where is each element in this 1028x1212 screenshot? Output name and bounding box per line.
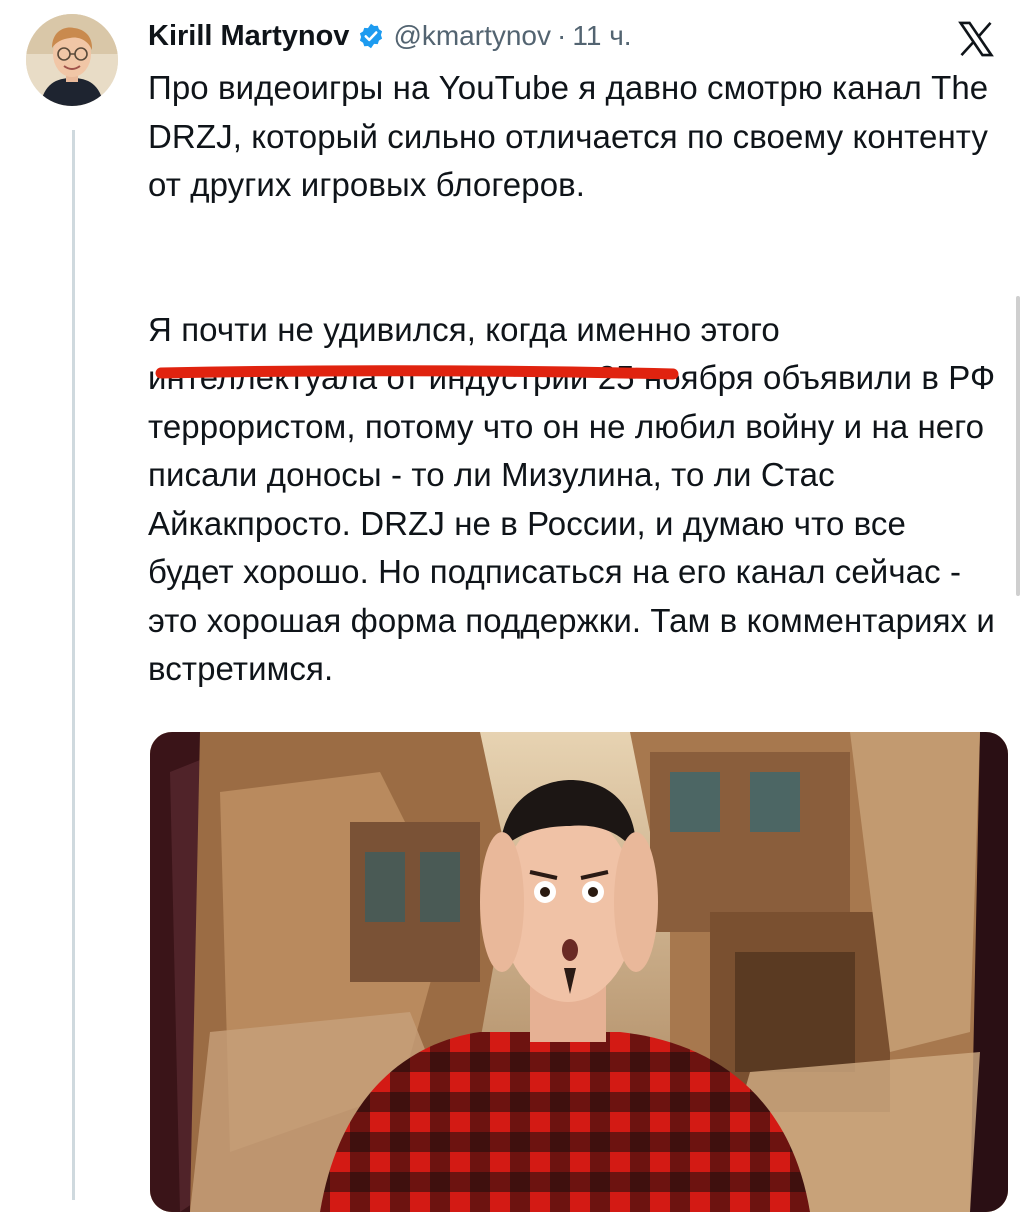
x-logo-icon[interactable]: [954, 18, 998, 60]
header-separator: ·: [557, 20, 567, 51]
author-handle[interactable]: @kmartynov: [393, 20, 551, 52]
tweet-media-image[interactable]: [150, 732, 1008, 1212]
tweet-paragraph-1: Про видеоигры на YouTube я давно смотрю …: [148, 69, 989, 203]
tweet-timestamp[interactable]: 11 ч.: [572, 20, 631, 52]
author-name[interactable]: Kirill Martynov: [148, 20, 349, 53]
tweet-header: Kirill Martynov @kmartynov · 11 ч.: [148, 16, 632, 56]
avatar-photo: [26, 14, 118, 106]
avatar[interactable]: [26, 14, 118, 106]
verified-badge-icon: [360, 23, 383, 49]
media-thumbnail: [150, 732, 1008, 1212]
thread-connector-line: [72, 130, 75, 1200]
red-underline-annotation: [155, 365, 679, 380]
scrollbar[interactable]: [1016, 296, 1020, 596]
